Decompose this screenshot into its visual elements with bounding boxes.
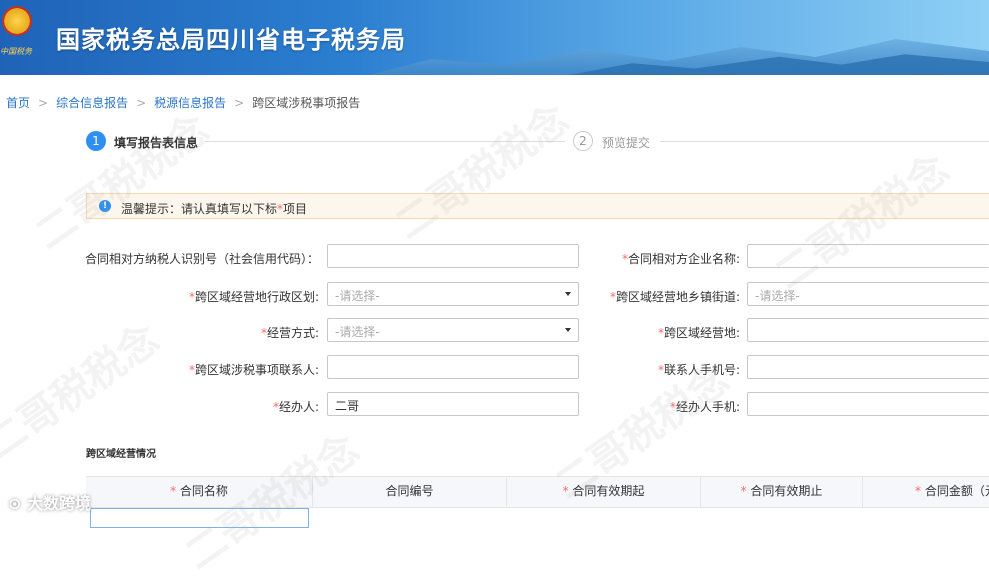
contract-name-input[interactable]	[90, 508, 309, 528]
step-connector	[205, 141, 565, 142]
column-header-contract-name: * 合同名称	[86, 477, 313, 507]
step-2-label: 预览提交	[602, 136, 651, 150]
contact-phone-label: *联系人手机号:	[657, 363, 740, 377]
step-2-circle: 2	[573, 131, 593, 151]
caret-down-icon	[565, 292, 571, 296]
contact-phone-input[interactable]	[747, 355, 989, 379]
contact-person-input[interactable]	[327, 355, 579, 379]
breadcrumb-separator: >	[234, 96, 245, 110]
column-header-contract-no: 合同编号	[313, 477, 507, 507]
breadcrumb-current: 跨区域涉税事项报告	[252, 96, 361, 110]
township-label: *跨区域经营地乡镇街道:	[609, 290, 740, 304]
counterpart-name-label: *合同相对方企业名称:	[621, 252, 740, 266]
breadcrumb-separator: >	[38, 96, 49, 110]
column-header-amount: * 合同金额（元	[915, 484, 989, 498]
business-location-input[interactable]	[747, 318, 989, 342]
contact-person-label: *跨区域涉税事项联系人:	[188, 363, 319, 377]
emblem-caption: 中国税务	[0, 47, 32, 56]
corner-brand-logo: ⊙ 大数跨境	[8, 494, 91, 513]
handler-phone-input[interactable]	[747, 392, 989, 416]
tip-text: 温馨提示：请认真填写以下标*项目	[121, 202, 308, 216]
info-icon: !	[99, 200, 111, 212]
breadcrumb-home[interactable]: 首页	[6, 96, 30, 110]
section-title: 跨区域经营情况	[86, 449, 156, 460]
caret-down-icon	[565, 328, 571, 332]
handler-input[interactable]: 二哥	[327, 392, 579, 416]
tax-emblem-logo: 中国税务	[0, 0, 34, 60]
watermark: 二哥税税念	[387, 96, 578, 249]
site-header: 中国税务 国家税务总局四川省电子税务局	[0, 0, 989, 75]
warm-tip-banner: ! 温馨提示：请认真填写以下标*项目	[86, 193, 989, 219]
step-1-label: 填写报告表信息	[114, 136, 199, 150]
admin-region-label: *跨区域经营地行政区划:	[188, 290, 319, 304]
handler-phone-label: *经办人手机:	[669, 400, 740, 414]
business-mode-select[interactable]: -请选择-	[327, 318, 579, 342]
step-1-circle: 1	[86, 131, 106, 151]
step-connector	[660, 141, 989, 142]
business-location-label: *跨区域经营地:	[657, 326, 740, 340]
column-header-valid-to: * 合同有效期止	[701, 477, 863, 507]
township-placeholder: -请选择-	[755, 289, 800, 303]
column-header-valid-from: * 合同有效期起	[507, 477, 701, 507]
township-select[interactable]: -请选择-	[747, 282, 989, 306]
business-mode-placeholder: -请选择-	[335, 325, 380, 339]
watermark: 二哥税税念	[767, 146, 958, 299]
breadcrumb-tax-source[interactable]: 税源信息报告	[154, 96, 226, 110]
counterpart-name-input[interactable]	[747, 244, 989, 268]
handler-label: *经办人:	[272, 400, 319, 414]
counterpart-tax-id-label: 合同相对方纳税人识别号（社会信用代码）：	[84, 252, 319, 266]
admin-region-select[interactable]: -请选择-	[327, 282, 579, 306]
breadcrumb-separator: >	[136, 96, 147, 110]
watermark: 二哥税税念	[27, 106, 218, 259]
counterpart-tax-id-input[interactable]	[327, 244, 579, 268]
admin-region-placeholder: -请选择-	[335, 289, 380, 303]
contract-table-header: * 合同名称 合同编号 * 合同有效期起 * 合同有效期止 * 合同金额（元	[86, 476, 989, 508]
breadcrumb-general-info[interactable]: 综合信息报告	[56, 96, 128, 110]
business-mode-label: *经营方式:	[260, 326, 319, 340]
breadcrumb: 首页 > 综合信息报告 > 税源信息报告 > 跨区域涉税事项报告	[6, 94, 360, 111]
site-title: 国家税务总局四川省电子税务局	[56, 26, 406, 54]
